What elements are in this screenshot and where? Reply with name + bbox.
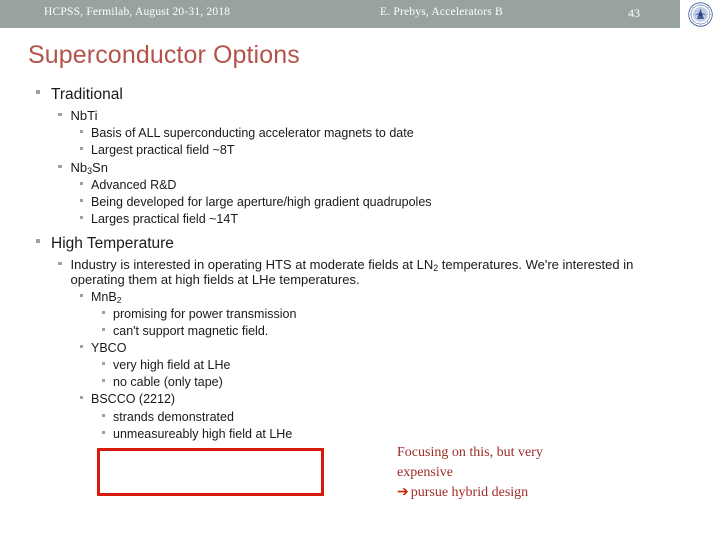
square-bullet-icon bbox=[80, 212, 91, 225]
bullet-label: MnB2 bbox=[91, 290, 122, 306]
bullet-mnb2: MnB2 bbox=[80, 290, 720, 306]
bullet-hts-intro: Industry is interested in operating HTS … bbox=[58, 257, 720, 287]
square-bullet-icon bbox=[80, 290, 91, 303]
bullet-label: High Temperature bbox=[51, 235, 174, 252]
bullet-label: Nb3Sn bbox=[70, 160, 108, 177]
bullet-high-temperature: High Temperature bbox=[36, 235, 720, 253]
fermilab-seal-logo bbox=[687, 1, 713, 27]
slide-header-bar: HCPSS, Fermilab, August 20-31, 2018 E. P… bbox=[0, 0, 720, 28]
bullet-label: Being developed for large aperture/high … bbox=[91, 195, 432, 209]
bullet-nbti-point-2: Largest practical field ~8T bbox=[80, 143, 720, 157]
bullet-label: NbTi bbox=[70, 108, 98, 123]
bullet-nbti: NbTi bbox=[58, 108, 720, 123]
square-bullet-icon bbox=[80, 143, 91, 156]
bullet-label: Advanced R&D bbox=[91, 178, 177, 192]
bullet-nb3sn-point-1: Advanced R&D bbox=[80, 178, 720, 192]
slide-title: Superconductor Options bbox=[28, 41, 300, 69]
square-bullet-icon bbox=[58, 160, 71, 173]
square-bullet-icon bbox=[102, 307, 113, 320]
square-bullet-icon bbox=[102, 427, 113, 440]
bullet-ybco-point-2: no cable (only tape) bbox=[102, 375, 720, 389]
bullet-label: Larges practical field ~14T bbox=[91, 212, 238, 226]
square-bullet-icon bbox=[102, 410, 113, 423]
bullet-label: very high field at LHe bbox=[113, 358, 231, 372]
annotation-line-2: expensive bbox=[397, 464, 453, 480]
square-bullet-icon bbox=[80, 392, 91, 405]
bullet-label: Basis of ALL superconducting accelerator… bbox=[91, 126, 414, 140]
bullet-bscco-point-1: strands demonstrated bbox=[102, 410, 720, 424]
bullet-traditional: Traditional bbox=[36, 86, 720, 104]
red-highlight-box bbox=[97, 448, 324, 496]
bullet-bscco-point-2: unmeasureably high field at LHe bbox=[102, 427, 720, 441]
square-bullet-icon bbox=[102, 324, 113, 337]
square-bullet-icon bbox=[58, 257, 71, 270]
square-bullet-icon bbox=[102, 375, 113, 388]
annotation-line-3: ➔ pursue hybrid design bbox=[397, 483, 657, 503]
right-arrow-icon: ➔ bbox=[397, 484, 409, 500]
bullet-label: can't support magnetic field. bbox=[113, 324, 269, 338]
bullet-label: Industry is interested in operating HTS … bbox=[70, 257, 634, 287]
slide-page-number: 43 bbox=[628, 6, 640, 20]
annotation-line-1: Focusing on this, but very bbox=[397, 445, 543, 460]
square-bullet-icon bbox=[80, 178, 91, 191]
square-bullet-icon bbox=[102, 358, 113, 371]
bullet-mnb2-point-1: promising for power transmission bbox=[102, 307, 720, 321]
bullet-ybco: YBCO bbox=[80, 341, 720, 355]
bullet-nb3sn-point-3: Larges practical field ~14T bbox=[80, 212, 720, 226]
bullet-label: no cable (only tape) bbox=[113, 375, 223, 389]
bullet-nbti-point-1: Basis of ALL superconducting accelerator… bbox=[80, 126, 720, 140]
bullet-label: YBCO bbox=[91, 341, 127, 355]
slide-body: Traditional NbTi Basis of ALL supercondu… bbox=[0, 86, 720, 444]
square-bullet-icon bbox=[80, 341, 91, 354]
bullet-nb3sn: Nb3Sn bbox=[58, 160, 720, 177]
square-bullet-icon bbox=[58, 108, 71, 121]
bullet-nb3sn-point-2: Being developed for large aperture/high … bbox=[80, 195, 720, 209]
bullet-mnb2-point-2: can't support magnetic field. bbox=[102, 324, 720, 338]
square-bullet-icon bbox=[80, 195, 91, 208]
annotation-line-3-text: pursue hybrid design bbox=[410, 484, 529, 500]
annotation-note: Focusing on this, but very expensive ➔ pu… bbox=[397, 443, 657, 503]
bullet-label: promising for power transmission bbox=[113, 307, 297, 321]
header-conference-info: HCPSS, Fermilab, August 20-31, 2018 bbox=[44, 6, 231, 18]
bullet-label: unmeasureably high field at LHe bbox=[113, 427, 293, 441]
square-bullet-icon bbox=[80, 126, 91, 139]
bullet-label: Largest practical field ~8T bbox=[91, 143, 235, 157]
bullet-ybco-point-1: very high field at LHe bbox=[102, 358, 720, 372]
bullet-label: strands demonstrated bbox=[113, 410, 234, 424]
square-bullet-icon bbox=[36, 235, 51, 251]
bullet-label: BSCCO (2212) bbox=[91, 392, 176, 406]
square-bullet-icon bbox=[36, 86, 51, 102]
logo-plate bbox=[680, 0, 720, 28]
bullet-label: Traditional bbox=[51, 86, 123, 103]
bullet-bscco: BSCCO (2212) bbox=[80, 392, 720, 406]
header-presenter-info: E. Prebys, Accelerators B bbox=[380, 6, 503, 18]
